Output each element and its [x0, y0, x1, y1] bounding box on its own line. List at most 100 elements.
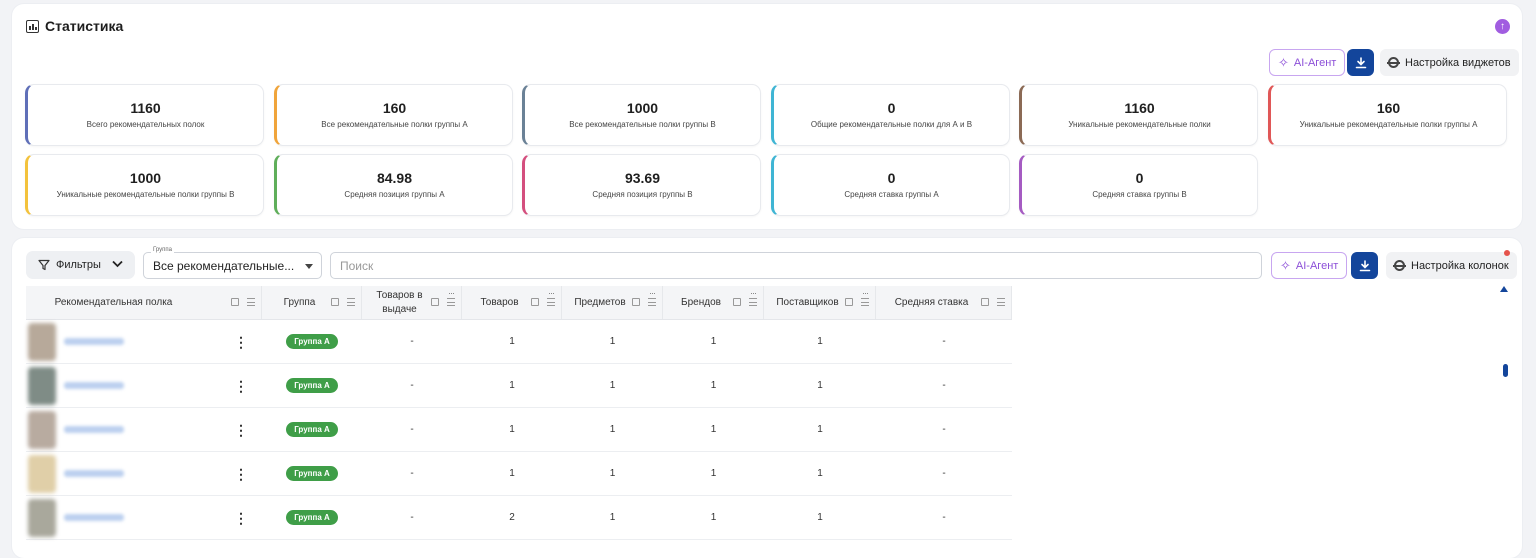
column-header-label: Предметов: [574, 296, 626, 308]
product-thumbnail: [28, 454, 56, 493]
info-icon[interactable]: [331, 298, 339, 306]
stat-card-value: 160: [1376, 100, 1401, 116]
table-download-button[interactable]: [1351, 252, 1378, 279]
stat-card: 1160 Всего рекомендательных полок: [25, 84, 264, 146]
stat-card-label: Средняя ставка группы А: [844, 190, 939, 199]
group-select-value: Все рекомендательные...: [153, 258, 295, 273]
products-cell: 1: [509, 468, 515, 479]
table-ai-agent-button[interactable]: ✧ AI-Агент: [1271, 252, 1348, 279]
column-header[interactable]: Группа: [262, 286, 362, 319]
column-header[interactable]: Рекомендательная полка: [26, 286, 262, 319]
row-menu-icon[interactable]: ⋮: [234, 511, 248, 525]
column-header[interactable]: Средняя ставка: [876, 286, 1012, 319]
shelf-link[interactable]: [64, 426, 124, 433]
in-results-cell: -: [410, 512, 414, 523]
suppliers-cell: 1: [817, 424, 823, 435]
in-results-cell: -: [410, 336, 414, 347]
more-icon[interactable]: ···: [548, 287, 555, 300]
scrollbar-thumb[interactable]: [1503, 364, 1508, 377]
column-header[interactable]: Поставщиков ···: [764, 286, 876, 319]
info-icon[interactable]: [632, 298, 640, 306]
stat-card-label: Средняя ставка группы В: [1092, 190, 1187, 199]
suppliers-cell: 1: [817, 512, 823, 523]
row-menu-icon[interactable]: ⋮: [234, 423, 248, 437]
stat-card-value: 84.98: [376, 170, 413, 186]
scroll-up-arrow[interactable]: [1500, 286, 1508, 292]
gear-icon: [1393, 260, 1406, 271]
info-icon[interactable]: [231, 298, 239, 306]
shelf-link[interactable]: [64, 338, 124, 345]
more-icon[interactable]: ···: [649, 287, 656, 300]
stat-card: 0 Средняя ставка группы В: [1019, 154, 1258, 216]
stat-card-value: 1160: [130, 100, 161, 116]
row-menu-icon[interactable]: ⋮: [234, 335, 248, 349]
widget-settings-button[interactable]: Настройка виджетов: [1380, 49, 1519, 76]
column-menu-icon[interactable]: [347, 298, 355, 306]
stat-card-value: 93.69: [624, 170, 661, 186]
info-icon[interactable]: [733, 298, 741, 306]
group-cell: Группа А: [262, 408, 362, 451]
collapse-button[interactable]: ↑: [1495, 19, 1510, 34]
more-icon[interactable]: ···: [750, 287, 757, 300]
filter-icon: [38, 259, 50, 271]
column-header[interactable]: Предметов ···: [562, 286, 663, 319]
filters-button[interactable]: Фильтры: [26, 251, 135, 279]
more-icon[interactable]: ···: [448, 287, 455, 300]
info-icon[interactable]: [845, 298, 853, 306]
info-icon[interactable]: [431, 298, 439, 306]
stat-card-value: 0: [887, 100, 896, 116]
brands-cell: 1: [710, 336, 717, 347]
table-row[interactable]: ⋮ Группа А - 1 1 1 1 -: [26, 320, 1012, 364]
table-header: Рекомендательная полка Группа Товаров в вы…: [26, 286, 1012, 320]
info-icon[interactable]: [981, 298, 989, 306]
column-header-label: Товаров в выдаче: [376, 289, 423, 315]
stat-card: 160 Все рекомендательные полки группы А: [274, 84, 513, 146]
column-header-label: Поставщиков: [776, 296, 839, 308]
shelves-table: Рекомендательная полка Группа Товаров в вы…: [26, 286, 1012, 540]
column-header[interactable]: Товаров ···: [462, 286, 562, 319]
shelf-link[interactable]: [64, 470, 124, 477]
table-ai-agent-label: AI-Агент: [1295, 259, 1339, 272]
suppliers-cell: 1: [817, 468, 823, 479]
search-input[interactable]: [330, 252, 1262, 279]
chart-icon: [26, 19, 39, 33]
row-menu-icon[interactable]: ⋮: [234, 467, 248, 481]
group-badge: Группа А: [286, 422, 338, 437]
table-row[interactable]: ⋮ Группа А - 1 1 1 1 -: [26, 408, 1012, 452]
download-button[interactable]: [1347, 49, 1374, 76]
shelf-link[interactable]: [64, 382, 124, 389]
stat-card-value: 1000: [129, 170, 162, 186]
subjects-cell: 1: [609, 336, 616, 347]
table-body: ⋮ Группа А - 1 1 1 1 - ⋮ Группа А - 1 1 1 1 - ⋮ Группа А -…: [26, 320, 1012, 540]
subjects-cell: 1: [609, 512, 616, 523]
info-icon[interactable]: [531, 298, 539, 306]
table-row[interactable]: ⋮ Группа А - 1 1 1 1 -: [26, 452, 1012, 496]
group-cell: Группа А: [262, 452, 362, 495]
column-header[interactable]: Брендов ···: [663, 286, 764, 319]
more-icon[interactable]: ···: [862, 287, 869, 300]
ai-agent-button[interactable]: ✧ AI-Агент: [1269, 49, 1346, 76]
products-cell: 1: [509, 380, 515, 391]
sparkle-icon: ✧: [1280, 257, 1291, 273]
group-select[interactable]: Группа Все рекомендательные...: [143, 247, 322, 279]
stat-card-label: Средняя позиция группы В: [592, 190, 693, 199]
column-menu-icon[interactable]: [247, 298, 255, 306]
gear-icon: [1387, 57, 1400, 68]
shelf-link[interactable]: [64, 514, 124, 521]
column-header[interactable]: Товаров в выдаче ···: [362, 286, 462, 319]
column-header-label: Группа: [283, 296, 316, 308]
stat-card-label: Средняя позиция группы А: [344, 190, 445, 199]
column-menu-icon[interactable]: [997, 298, 1005, 306]
product-thumbnail: [28, 322, 56, 361]
group-cell: Группа А: [262, 496, 362, 539]
arrow-up-icon: ↑: [1500, 20, 1505, 32]
statistics-panel: Статистика ↑ ✧ AI-Агент Настройка виджет…: [12, 4, 1522, 229]
table-row[interactable]: ⋮ Группа А - 1 1 1 1 -: [26, 364, 1012, 408]
subjects-cell: 1: [609, 424, 616, 435]
column-settings-button[interactable]: Настройка колонок: [1386, 252, 1517, 279]
stat-card-value: 160: [382, 100, 407, 116]
subjects-cell: 1: [609, 380, 616, 391]
table-row[interactable]: ⋮ Группа А - 2 1 1 1 -: [26, 496, 1012, 540]
row-menu-icon[interactable]: ⋮: [234, 379, 248, 393]
stat-card: 160 Уникальные рекомендательные полки гру…: [1268, 84, 1507, 146]
